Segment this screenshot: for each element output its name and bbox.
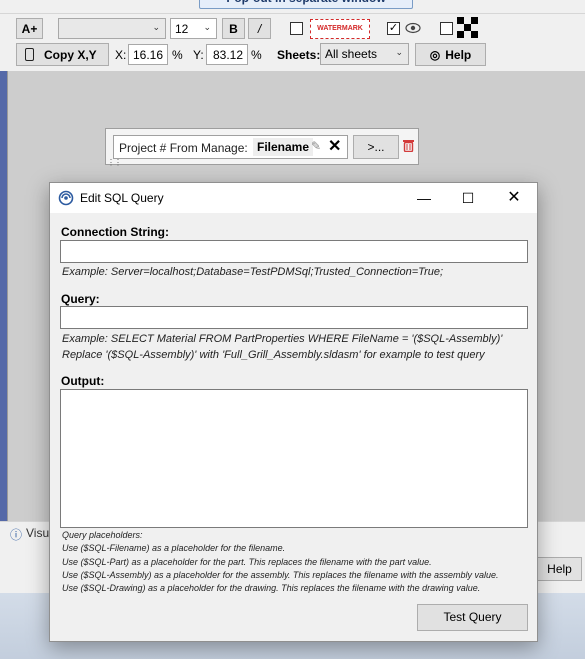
query-example-hint: Replace '($SQL-Assembly)' with 'Full_Gri… xyxy=(62,349,485,361)
app-icon xyxy=(58,190,74,206)
font-name-select[interactable]: ⌄ xyxy=(58,18,166,39)
format-toolbar: A+ ⌄ 12 ⌄ B / WATERMARK ✓ xyxy=(0,16,585,42)
query-label: Query: xyxy=(61,292,100,306)
placeholder-help: Query placeholders: Use ($SQL-Filename) … xyxy=(62,529,499,595)
watermark-button[interactable]: WATERMARK xyxy=(310,19,370,39)
connection-label: Connection String: xyxy=(61,225,169,239)
pencil-icon[interactable]: ✎ xyxy=(311,139,321,153)
globe-icon: ◎ xyxy=(429,47,441,62)
placeholder-prefix: Project # From Manage: xyxy=(119,141,248,155)
eye-icon xyxy=(405,20,421,36)
placeholder-help-line: Use ($SQL-Part) as a placeholder for the… xyxy=(62,556,432,567)
test-query-button[interactable]: Test Query xyxy=(417,604,528,631)
placeholder-help-line: Use ($SQL-Drawing) as a placeholder for … xyxy=(62,583,481,594)
drag-handle-icon[interactable]: ⋮⋮ xyxy=(107,158,122,167)
y-input[interactable]: 83.12 xyxy=(206,44,248,65)
x-label: X: xyxy=(115,48,127,62)
checkmark-icon: ✓ xyxy=(388,22,399,34)
connection-example: Example: Server=localhost;Database=TestP… xyxy=(62,266,444,278)
maximize-button[interactable]: ☐ xyxy=(446,186,490,210)
trash-icon[interactable] xyxy=(403,139,414,153)
sheets-label: Sheets: xyxy=(277,48,321,62)
more-button[interactable]: >... xyxy=(353,135,399,159)
font-size-select[interactable]: 12 ⌄ xyxy=(170,18,217,39)
window-edge xyxy=(0,71,7,521)
italic-button[interactable]: / xyxy=(248,18,271,39)
placeholder-help-line: Query placeholders: xyxy=(62,530,143,540)
clipboard-icon xyxy=(25,48,34,61)
output-textarea[interactable] xyxy=(60,389,528,528)
bottom-help-button[interactable]: Help xyxy=(537,557,582,581)
query-example: Example: SELECT Material FROM PartProper… xyxy=(62,333,503,345)
close-icon[interactable]: ✕ xyxy=(328,136,341,156)
qr-checkbox[interactable] xyxy=(440,22,453,35)
help-button[interactable]: ◎ Help xyxy=(415,43,486,66)
position-toolbar: Copy X,Y X: 16.16 % Y: 83.12 % Sheets: A… xyxy=(0,42,585,68)
sheets-value: All sheets xyxy=(325,47,378,61)
chevron-down-icon: ⌄ xyxy=(203,22,211,32)
output-label: Output: xyxy=(61,374,105,388)
watermark-checkbox[interactable] xyxy=(290,22,303,35)
x-input[interactable]: 16.16 xyxy=(128,44,168,65)
placeholder-widget[interactable]: Project # From Manage: Filename ✎ ✕ >...… xyxy=(105,128,419,167)
placeholder-help-line: Use ($SQL-Filename) as a placeholder for… xyxy=(62,543,286,554)
chevron-down-icon: ⌄ xyxy=(152,22,160,32)
visible-checkbox[interactable]: ✓ xyxy=(387,22,400,35)
font-size-value: 12 xyxy=(175,21,189,36)
filename-token[interactable]: Filename xyxy=(253,138,314,156)
popout-button[interactable]: Pop-out in separate window xyxy=(199,0,413,9)
y-label: Y: xyxy=(193,48,204,62)
placeholder-help-line: Use ($SQL-Assembly) as a placeholder for… xyxy=(62,569,499,580)
font-grow-button[interactable]: A+ xyxy=(16,18,43,39)
edit-sql-dialog: Edit SQL Query — ☐ ✕ Connection String: … xyxy=(49,182,538,642)
sheets-select[interactable]: All sheets ⌄ xyxy=(320,43,409,65)
close-button[interactable]: ✕ xyxy=(492,186,536,210)
connection-string-input[interactable] xyxy=(60,240,528,263)
bold-button[interactable]: B xyxy=(222,18,245,39)
info-icon: ⓘ xyxy=(10,528,23,542)
y-unit: % xyxy=(251,48,262,62)
placeholder-field[interactable]: Project # From Manage: Filename ✎ ✕ xyxy=(113,135,348,159)
x-unit: % xyxy=(172,48,183,62)
qr-code-icon xyxy=(457,17,479,39)
minimize-button[interactable]: — xyxy=(402,186,446,210)
dialog-titlebar[interactable]: Edit SQL Query — ☐ ✕ xyxy=(50,183,537,213)
query-input[interactable] xyxy=(60,306,528,329)
copy-xy-button[interactable]: Copy X,Y xyxy=(16,43,109,66)
chevron-down-icon: ⌄ xyxy=(395,47,403,57)
dialog-title: Edit SQL Query xyxy=(80,191,164,205)
help-label: Help xyxy=(445,47,472,62)
copy-xy-label: Copy X,Y xyxy=(44,47,97,62)
